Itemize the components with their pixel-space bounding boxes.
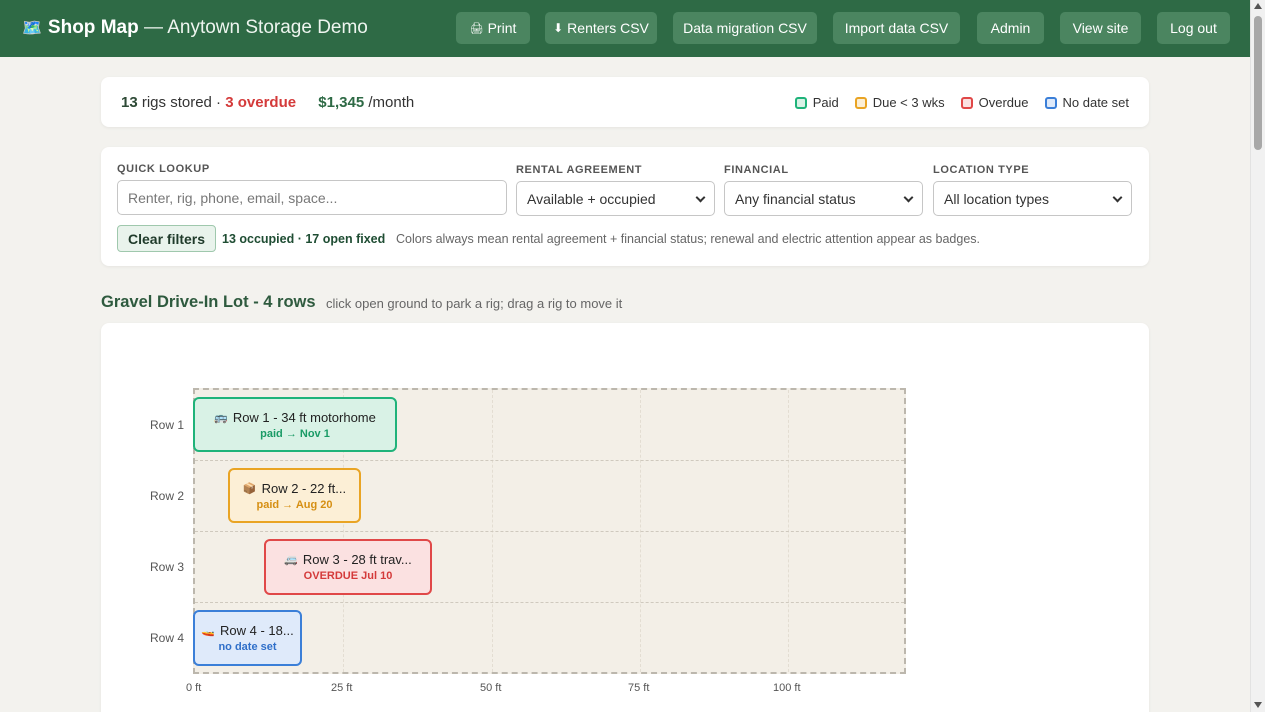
- row-label: Row 3: [150, 560, 185, 574]
- chevron-down-icon: [1112, 192, 1123, 203]
- legend: Paid Due < 3 wks Overdue No date set: [794, 95, 1130, 110]
- rental-agreement-value: Available + occupied: [527, 190, 656, 207]
- x-tick: 50 ft: [480, 682, 502, 694]
- financial-value: Any financial status: [735, 190, 856, 207]
- chevron-down-icon: [695, 192, 706, 203]
- rig-status: paid → Nov 1: [260, 427, 330, 440]
- x-tick: 0 ft: [186, 682, 202, 694]
- rig-name-text: Row 1 - 34 ft motorhome: [232, 409, 376, 425]
- filters-card: QUICK LOOKUP Renter, rig, phone, email, …: [101, 147, 1149, 266]
- print-button-label: Print: [487, 20, 517, 36]
- rig-row-3[interactable]: 🚐 Row 3 - 28 ft trav... OVERDUE Jul 10: [264, 539, 432, 595]
- rigs-text: rigs stored ·: [141, 94, 222, 111]
- legend-due: Due < 3 wks: [854, 95, 945, 110]
- monthly-total: $1,345: [318, 94, 365, 111]
- legend-paid: Paid: [794, 95, 839, 110]
- lot-title: Gravel Drive-In Lot - 4 rows: [101, 293, 316, 311]
- admin-button[interactable]: Admin: [977, 12, 1044, 44]
- trailer-icon: 🚐: [284, 554, 298, 566]
- rental-agreement-label: RENTAL AGREEMENT: [516, 164, 643, 176]
- motorhome-icon: 🚌: [214, 411, 228, 424]
- legend-overdue: Overdue: [960, 95, 1029, 110]
- box-icon: 📦: [242, 482, 257, 495]
- overdue-count: 3 overdue: [225, 94, 297, 111]
- view-site-button[interactable]: View site: [1060, 12, 1141, 44]
- scroll-down-icon[interactable]: [1254, 702, 1262, 708]
- color-note: Colors always mean rental agreement + fi…: [396, 232, 981, 246]
- rig-name: 📦 Row 2 - 22 ft...: [243, 481, 346, 496]
- brand[interactable]: 🗺️ Shop Map — Anytown Storage Demo: [22, 17, 368, 39]
- renters-csv-button[interactable]: ⬇ Renters CSV: [545, 12, 657, 44]
- location-type-select[interactable]: All location types: [933, 181, 1132, 216]
- top-bar: 🗺️ Shop Map — Anytown Storage Demo 🖨 Prin…: [0, 0, 1250, 57]
- download-icon: ⬇: [553, 21, 564, 35]
- quick-lookup-label: QUICK LOOKUP: [117, 163, 210, 175]
- location-type-label: LOCATION TYPE: [933, 164, 1030, 176]
- scrollbar-thumb[interactable]: [1254, 16, 1262, 150]
- rig-name-text: Row 2 - 22 ft...: [261, 480, 347, 496]
- renters-csv-label: Renters CSV: [567, 20, 649, 36]
- no-date-swatch: [1044, 96, 1057, 109]
- occupancy-summary: 13 occupied · 17 open fixed: [222, 232, 386, 246]
- row-label: Row 1: [150, 418, 185, 432]
- row-label: Row 2: [150, 489, 185, 503]
- boat-icon: 🚤: [201, 625, 215, 637]
- quick-lookup-input[interactable]: Renter, rig, phone, email, space...: [117, 180, 507, 215]
- app-name: Shop Map: [47, 17, 139, 38]
- row-divider: [195, 602, 904, 603]
- stats: 13 rigs stored · 3 overdue $1,345 /month: [121, 94, 414, 111]
- legend-label: No date set: [1062, 95, 1130, 110]
- rental-agreement-select[interactable]: Available + occupied: [516, 181, 715, 216]
- rig-name: 🚌 Row 1 - 34 ft motorhome: [214, 410, 376, 425]
- import-data-csv-button[interactable]: Import data CSV: [833, 12, 960, 44]
- clear-filters-button[interactable]: Clear filters: [117, 225, 217, 252]
- row-divider: [195, 531, 904, 532]
- site-name: — Anytown Storage Demo: [143, 17, 368, 38]
- map-icon: 🗺️: [22, 20, 42, 37]
- rig-status: paid → Aug 20: [256, 498, 333, 511]
- rig-status: OVERDUE Jul 10: [303, 570, 393, 582]
- print-button[interactable]: 🖨 Print: [456, 12, 530, 44]
- rigs-count: 13: [121, 94, 138, 111]
- data-migration-csv-button[interactable]: Data migration CSV: [673, 12, 817, 44]
- overdue-swatch: [960, 96, 973, 109]
- rig-row-2[interactable]: 📦 Row 2 - 22 ft... paid → Aug 20: [228, 468, 361, 523]
- legend-label: Paid: [812, 95, 839, 110]
- financial-select[interactable]: Any financial status: [724, 181, 923, 216]
- rig-name-text: Row 3 - 28 ft trav...: [302, 552, 412, 567]
- paid-swatch: [794, 96, 807, 109]
- rig-row-4[interactable]: 🚤 Row 4 - 18... no date set: [193, 610, 302, 666]
- row-label: Row 4: [150, 631, 185, 645]
- x-tick: 75 ft: [628, 682, 650, 694]
- x-tick: 25 ft: [331, 682, 353, 694]
- scroll-up-icon[interactable]: [1254, 3, 1262, 9]
- printer-icon: 🖨: [469, 22, 484, 35]
- rig-row-1[interactable]: 🚌 Row 1 - 34 ft motorhome paid → Nov 1: [193, 397, 397, 452]
- summary-card: 13 rigs stored · 3 overdue $1,345 /month…: [101, 77, 1149, 127]
- log-out-button[interactable]: Log out: [1157, 12, 1230, 44]
- legend-label: Overdue: [978, 95, 1029, 110]
- chevron-down-icon: [903, 192, 914, 203]
- page-scrollbar[interactable]: [1250, 0, 1265, 712]
- monthly-suffix: /month: [368, 94, 415, 111]
- x-tick: 100 ft: [773, 682, 801, 694]
- legend-no-date: No date set: [1044, 95, 1130, 110]
- due-swatch: [854, 96, 867, 109]
- legend-label: Due < 3 wks: [872, 95, 945, 110]
- financial-label: FINANCIAL: [724, 164, 789, 176]
- rig-name-text: Row 4 - 18...: [220, 623, 294, 638]
- location-type-value: All location types: [944, 190, 1050, 207]
- row-divider: [195, 460, 904, 461]
- rig-name: 🚤 Row 4 - 18...: [201, 623, 293, 638]
- rig-status: no date set: [218, 641, 277, 653]
- rig-name: 🚐 Row 3 - 28 ft trav...: [284, 552, 412, 567]
- lot-hint: click open ground to park a rig; drag a …: [326, 296, 623, 311]
